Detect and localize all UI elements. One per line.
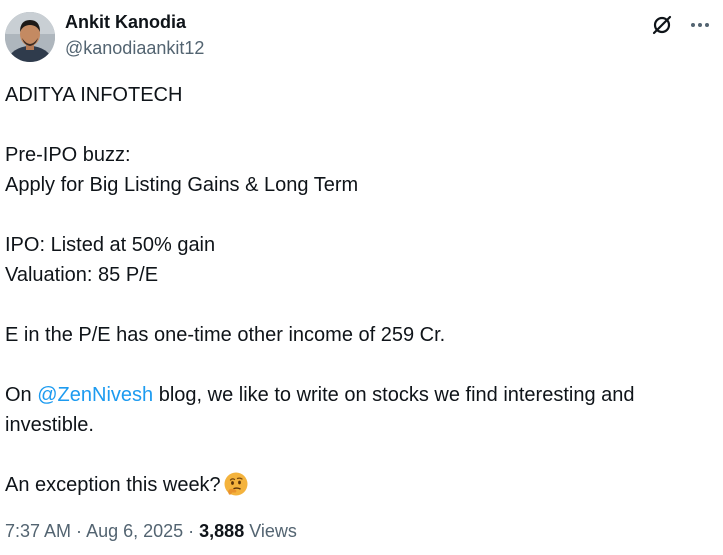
tweet-line-valuation: Valuation: 85 P/E xyxy=(5,264,159,286)
blog-prefix: On xyxy=(5,384,38,406)
tweet-time[interactable]: 7:37 AM xyxy=(5,521,71,541)
line-break xyxy=(5,290,705,320)
tweet-text: ADITYA INFOTECH Pre-IPO buzz: Apply for … xyxy=(5,80,705,500)
tweet-line-exception: An exception this week? xyxy=(5,470,705,500)
tweet-line-blog: On @ZenNivesh blog, we like to write on … xyxy=(5,380,705,440)
meta-separator: · xyxy=(183,521,200,541)
tweet-date[interactable]: Aug 6, 2025 xyxy=(86,521,183,541)
thinking-face-icon xyxy=(224,472,248,496)
tweet-line-ipo: IPO: Listed at 50% gain xyxy=(5,234,216,256)
view-count: 3,888 xyxy=(199,521,245,541)
avatar[interactable] xyxy=(5,12,55,62)
tweet: Ankit Kanodia @kanodiaankit12 ADITYA INF… xyxy=(0,0,723,555)
author-handle[interactable]: @kanodiaankit12 xyxy=(65,38,204,59)
tweet-actions-top xyxy=(649,12,713,38)
grok-icon[interactable] xyxy=(649,12,675,38)
line-break xyxy=(5,350,705,380)
mention-link[interactable]: @ZenNivesh xyxy=(37,384,153,406)
tweet-line-buzz: Pre-IPO buzz: xyxy=(5,144,131,166)
avatar-image xyxy=(5,12,55,62)
tweet-meta: 7:37 AM · Aug 6, 2025 · 3,888 Views xyxy=(5,521,297,542)
tweet-line-apply: Apply for Big Listing Gains & Long Term xyxy=(5,174,359,196)
more-icon[interactable] xyxy=(687,12,713,38)
exception-text: An exception this week? xyxy=(5,474,221,496)
tweet-line-pe: E in the P/E has one-time other income o… xyxy=(5,324,446,346)
tweet-line-title: ADITYA INFOTECH xyxy=(5,84,183,106)
line-break xyxy=(5,110,705,140)
views-label: Views xyxy=(249,521,297,541)
author-name[interactable]: Ankit Kanodia xyxy=(65,12,186,33)
line-break xyxy=(5,200,705,230)
meta-separator: · xyxy=(71,521,87,541)
line-break xyxy=(5,440,705,470)
